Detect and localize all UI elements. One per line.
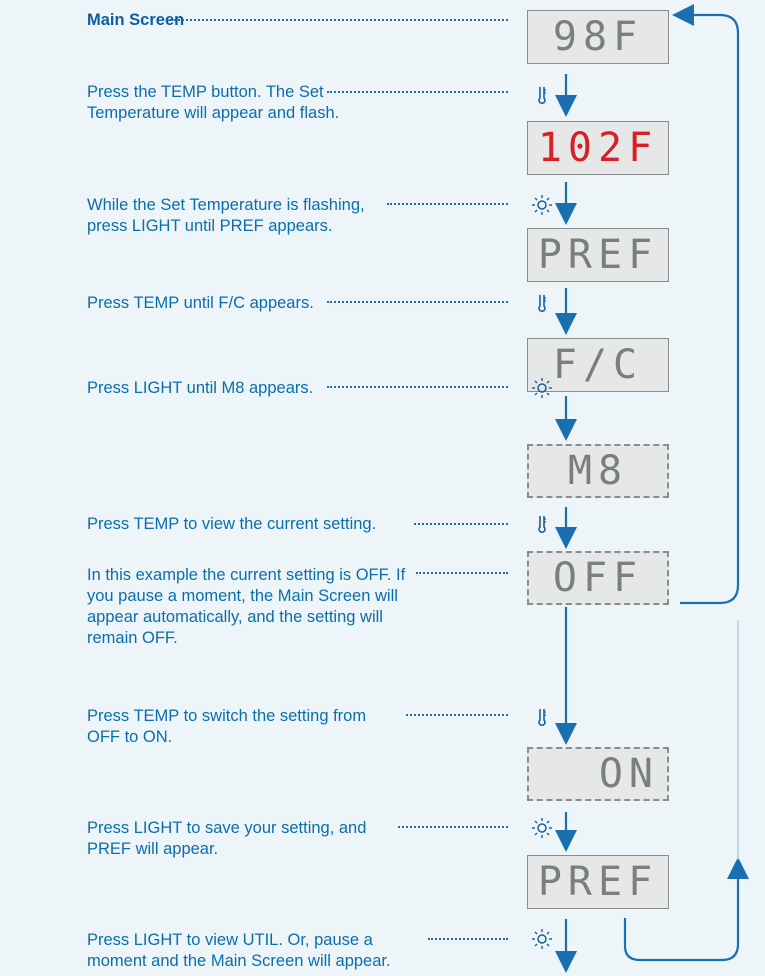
flow-arrows bbox=[555, 4, 749, 973]
return-path-util bbox=[623, 857, 749, 962]
return-path-off bbox=[672, 4, 740, 605]
